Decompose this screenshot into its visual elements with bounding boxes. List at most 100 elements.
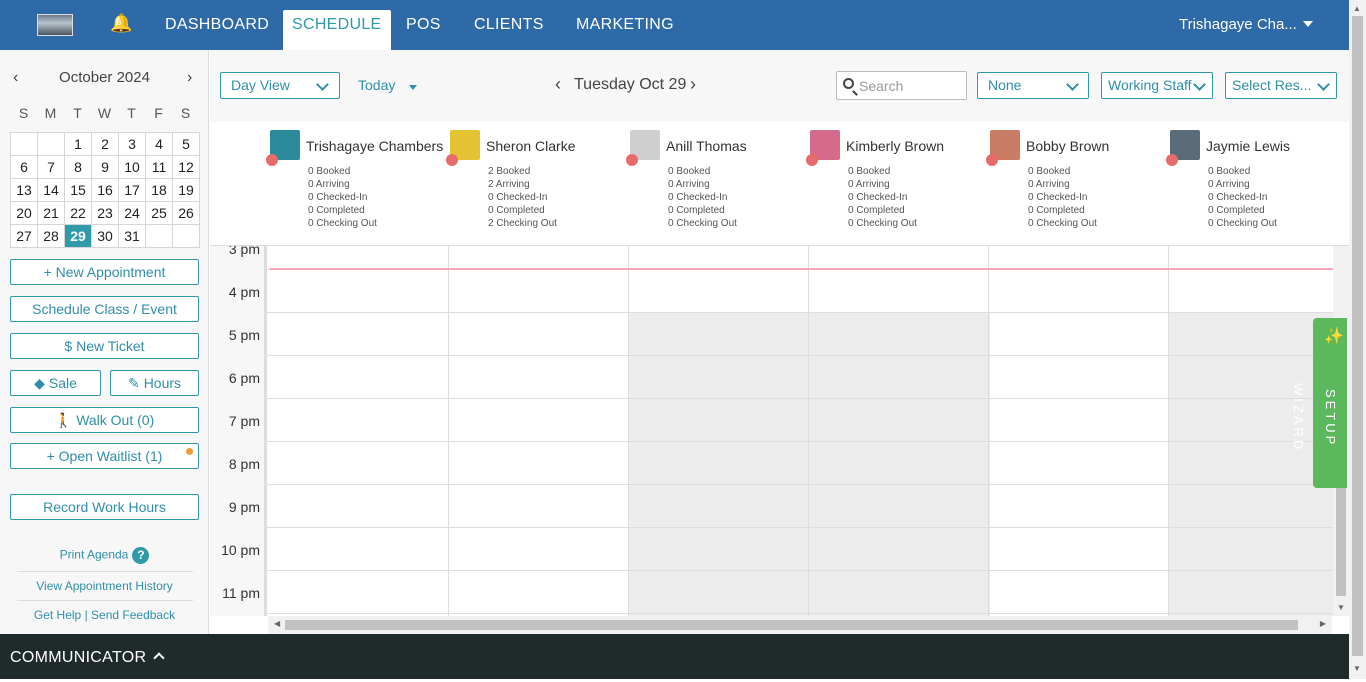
- nav-dashboard[interactable]: DASHBOARD: [165, 0, 269, 50]
- staff-name: Bobby Brown: [1026, 138, 1110, 154]
- open-waitlist-button[interactable]: + Open Waitlist (1): [10, 443, 199, 469]
- scroll-right-icon[interactable]: ▶: [1320, 619, 1326, 628]
- calendar-day[interactable]: 21: [37, 201, 65, 225]
- nav-clients[interactable]: CLIENTS: [474, 0, 544, 50]
- calendar-day[interactable]: 5: [172, 132, 200, 156]
- staff-column-header[interactable]: Anill Thomas 0 Booked 0 Arriving 0 Checked-…: [626, 130, 810, 240]
- search-input[interactable]: [859, 76, 963, 96]
- nav-marketing[interactable]: MARKETING: [576, 0, 674, 50]
- calendar-day[interactable]: 29: [64, 224, 92, 248]
- caret-down-icon[interactable]: [1303, 21, 1313, 27]
- calendar-day[interactable]: 10: [118, 155, 146, 179]
- select-resource-dropdown[interactable]: Select Res...: [1225, 72, 1337, 99]
- calendar-day[interactable]: 31: [118, 224, 146, 248]
- walk-out-button[interactable]: 🚶 Walk Out (0): [10, 407, 199, 433]
- calendar-day[interactable]: 23: [91, 201, 119, 225]
- scroll-thumb[interactable]: [1352, 16, 1363, 656]
- time-label: 7 pm: [228, 413, 260, 429]
- schedule-class-button[interactable]: Schedule Class / Event: [10, 296, 199, 322]
- calendar-day[interactable]: 11: [145, 155, 173, 179]
- chevron-up-icon[interactable]: [153, 652, 165, 664]
- waitlist-indicator: [186, 448, 193, 455]
- staff-stat: 0 Arriving: [668, 179, 710, 190]
- staff-schedule-column[interactable]: [449, 246, 629, 616]
- calendar-day[interactable]: 4: [145, 132, 173, 156]
- view-dropdown[interactable]: Day View: [220, 72, 340, 99]
- new-ticket-button[interactable]: $ New Ticket: [10, 333, 199, 359]
- staff-name: Anill Thomas: [666, 138, 747, 154]
- filter-dropdown[interactable]: None: [977, 72, 1089, 99]
- caret-down-icon[interactable]: [409, 85, 417, 90]
- search-box[interactable]: [836, 71, 967, 100]
- scroll-down-icon[interactable]: ▼: [1353, 664, 1361, 673]
- calendar-day[interactable]: 17: [118, 178, 146, 202]
- weekday-label: T: [73, 105, 82, 121]
- setup-wizard-tab[interactable]: ✨ SETUP WIZARD: [1291, 318, 1347, 488]
- prev-day-icon[interactable]: ‹: [555, 74, 561, 95]
- scroll-thumb[interactable]: [285, 620, 1298, 630]
- staff-schedule-column[interactable]: [629, 246, 809, 616]
- staff-schedule-column[interactable]: [269, 246, 449, 616]
- calendar-day[interactable]: 9: [91, 155, 119, 179]
- hours-button[interactable]: ✎ Hours: [110, 370, 199, 396]
- calendar-empty-cell: [37, 132, 65, 156]
- staff-column-header[interactable]: Kimberly Brown 0 Booked 0 Arriving 0 Checke…: [806, 130, 990, 240]
- calendar-day[interactable]: 26: [172, 201, 200, 225]
- scroll-thumb[interactable]: [1336, 476, 1346, 596]
- scroll-down-icon[interactable]: ▼: [1337, 603, 1345, 612]
- calendar-day[interactable]: 1: [64, 132, 92, 156]
- calendar-day[interactable]: 18: [145, 178, 173, 202]
- schedule-grid[interactable]: 3 pm 4 pm 5 pm 6 pm 7 pm 8 pm 9 pm 10 pm 11 pm: [210, 246, 1333, 616]
- staff-schedule-column[interactable]: [989, 246, 1169, 616]
- chevron-right-icon[interactable]: ›: [187, 69, 192, 87]
- business-logo[interactable]: [37, 14, 73, 36]
- record-work-hours-button[interactable]: Record Work Hours: [10, 494, 199, 520]
- calendar-day[interactable]: 15: [64, 178, 92, 202]
- staff-schedule-column[interactable]: [809, 246, 989, 616]
- staff-column-header[interactable]: Trishagaye Chambers 0 Booked 0 Arriving 0 C…: [266, 130, 450, 240]
- staff-column-header[interactable]: Jaymie Lewis 0 Booked 0 Arriving 0 Checked-…: [1166, 130, 1350, 240]
- calendar-day[interactable]: 27: [10, 224, 38, 248]
- page-scrollbar[interactable]: ▲ ▼: [1349, 0, 1366, 679]
- print-agenda-row: Print Agenda?: [0, 547, 209, 564]
- view-appointment-history-link[interactable]: View Appointment History: [0, 579, 209, 593]
- calendar-day[interactable]: 20: [10, 201, 38, 225]
- staff-stats: 2 Booked 2 Arriving 0 Checked-In 0 Complete…: [488, 165, 557, 230]
- calendar-day[interactable]: 30: [91, 224, 119, 248]
- calendar-day[interactable]: 22: [64, 201, 92, 225]
- calendar-day[interactable]: 2: [91, 132, 119, 156]
- help-icon[interactable]: ?: [132, 547, 150, 564]
- calendar-day[interactable]: 19: [172, 178, 200, 202]
- time-label: 3 pm: [228, 246, 260, 257]
- communicator-bar[interactable]: COMMUNICATOR: [0, 634, 1349, 679]
- grid-horizontal-scrollbar[interactable]: ◀ ▶: [268, 616, 1332, 634]
- today-button[interactable]: Today: [358, 72, 395, 99]
- calendar-day[interactable]: 14: [37, 178, 65, 202]
- calendar-day[interactable]: 7: [37, 155, 65, 179]
- calendar-day[interactable]: 6: [10, 155, 38, 179]
- calendar-day[interactable]: 12: [172, 155, 200, 179]
- print-agenda-link[interactable]: Print Agenda: [60, 548, 129, 562]
- sale-button[interactable]: ◆ Sale: [10, 370, 101, 396]
- working-staff-dropdown[interactable]: Working Staff: [1101, 72, 1213, 99]
- new-appointment-button[interactable]: + New Appointment: [10, 259, 199, 285]
- scroll-left-icon[interactable]: ◀: [274, 619, 280, 628]
- calendar-day[interactable]: 16: [91, 178, 119, 202]
- calendar-day[interactable]: 3: [118, 132, 146, 156]
- nav-pos[interactable]: POS: [406, 0, 441, 50]
- calendar-day[interactable]: 8: [64, 155, 92, 179]
- get-help-link[interactable]: Get Help: [34, 608, 81, 622]
- calendar-day[interactable]: 13: [10, 178, 38, 202]
- user-menu[interactable]: Trishagaye Cha...: [1179, 0, 1297, 50]
- staff-column-header[interactable]: Sheron Clarke 2 Booked 2 Arriving 0 Checked…: [446, 130, 630, 240]
- calendar-day[interactable]: 25: [145, 201, 173, 225]
- calendar-day[interactable]: 28: [37, 224, 65, 248]
- calendar-day[interactable]: 24: [118, 201, 146, 225]
- staff-column-header[interactable]: Bobby Brown 0 Booked 0 Arriving 0 Checked-I…: [986, 130, 1170, 240]
- next-day-icon[interactable]: ›: [690, 74, 696, 95]
- send-feedback-link[interactable]: Send Feedback: [91, 608, 175, 622]
- scroll-up-icon[interactable]: ▲: [1353, 4, 1361, 13]
- nav-schedule[interactable]: SCHEDULE: [283, 10, 391, 50]
- staff-stat: 0 Checked-In: [308, 192, 368, 203]
- staff-stats: 0 Booked 0 Arriving 0 Checked-In 0 Complete…: [308, 165, 377, 230]
